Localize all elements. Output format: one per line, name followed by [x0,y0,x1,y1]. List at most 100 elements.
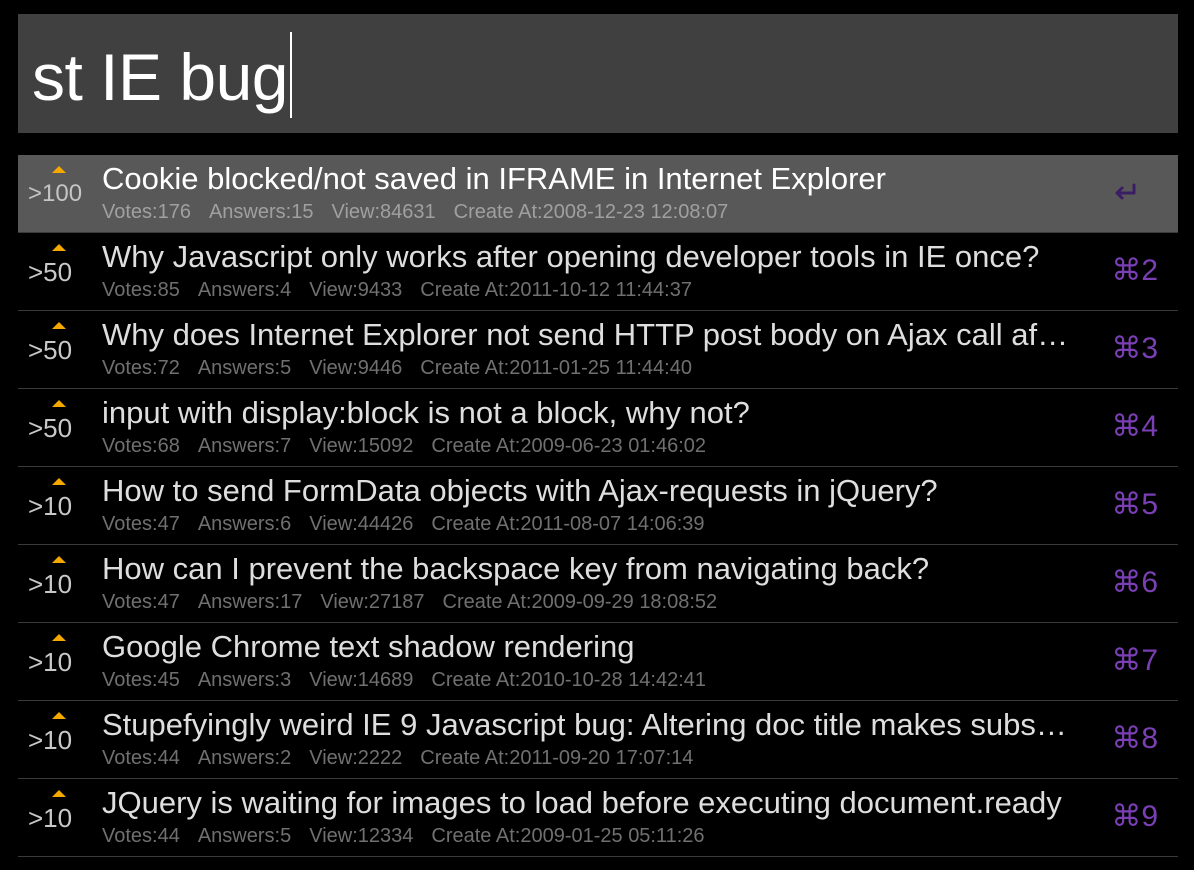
created-date: Create At:2011-09-20 17:07:14 [420,747,694,769]
votes-count: Votes:44 [102,825,180,847]
result-meta: Votes:85 Answers:4 View:9433 Create At:2011… [102,278,710,302]
votes-count: Votes:72 [102,357,180,379]
votes-count: Votes:47 [102,591,180,613]
views-count: View:9433 [309,279,403,301]
score-text: >50 [28,413,73,443]
upvote-arrow-icon [52,634,66,641]
score-badge: >10 [18,623,102,700]
created-date: Create At:2009-01-25 05:11:26 [431,825,705,847]
shortcut-label: ⌘6 [1111,566,1158,599]
result-title: How can I prevent the backspace key from… [102,551,930,586]
answers-count: Answers:15 [208,201,314,223]
answers-count: Answers:5 [197,825,292,847]
result-title: JQuery is waiting for images to load bef… [102,785,1062,820]
views-count: View:44426 [309,513,414,535]
answers-count: Answers:17 [197,591,303,613]
upvote-arrow-icon [52,790,66,797]
views-count: View:12334 [309,825,414,847]
score-badge: >50 [18,311,102,388]
answers-count: Answers:4 [197,279,292,301]
created-date: Create At:2011-01-25 11:44:40 [420,357,692,379]
views-count: View:27187 [320,591,425,613]
upvote-arrow-icon [52,556,66,563]
result-row[interactable]: >10 How can I prevent the backspace key … [18,545,1178,623]
search-query-text: st IE bug [32,40,289,114]
result-row[interactable]: >50 Why Javascript only works after open… [18,233,1178,311]
upvote-arrow-icon [52,166,66,173]
votes-count: Votes:176 [102,201,191,223]
upvote-arrow-icon [52,400,66,407]
shortcut-label: ⌘7 [1111,644,1158,677]
views-count: View:15092 [309,435,414,457]
created-date: Create At:2009-09-29 18:08:52 [442,591,718,613]
score-text: >50 [28,257,73,287]
answers-count: Answers:6 [197,513,292,535]
score-badge: >10 [18,545,102,622]
created-date: Create At:2011-10-12 11:44:37 [420,279,692,301]
votes-count: Votes:47 [102,513,180,535]
answers-count: Answers:2 [197,747,292,769]
result-row[interactable]: >10 Stupefyingly weird IE 9 Javascript b… [18,701,1178,779]
score-badge: >10 [18,701,102,778]
upvote-arrow-icon [52,478,66,485]
result-meta: Votes:44 Answers:5 View:12334 Create At:200… [102,824,723,848]
result-meta: Votes:176 Answers:15 View:84631 Create At:2… [102,200,746,224]
score-text: >10 [28,491,73,521]
score-badge: >10 [18,467,102,544]
views-count: View:9446 [309,357,403,379]
search-input[interactable]: st IE bug [32,32,292,122]
result-title: Why does Internet Explorer not send HTTP… [102,317,1069,352]
views-count: View:84631 [331,201,436,223]
result-title: Google Chrome text shadow rendering [102,629,635,664]
created-date: Create At:2009-06-23 01:46:02 [431,435,707,457]
votes-count: Votes:85 [102,279,180,301]
created-date: Create At:2010-10-28 14:42:41 [431,669,707,691]
score-text: >10 [28,569,73,599]
result-row[interactable]: >50 input with display:block is not a bl… [18,389,1178,467]
result-meta: Votes:72 Answers:5 View:9446 Create At:2011… [102,356,710,380]
result-row[interactable]: >10 Google Chrome text shadow rendering … [18,623,1178,701]
answers-count: Answers:7 [197,435,292,457]
score-badge: >10 [18,779,102,856]
shortcut-label: ⌘9 [1111,800,1158,833]
score-text: >10 [28,725,73,755]
result-title: Cookie blocked/not saved in IFRAME in In… [102,161,886,196]
text-caret [290,32,292,118]
result-row[interactable]: >10 JQuery is waiting for images to load… [18,779,1178,857]
shortcut-label: ⌘4 [1111,410,1158,443]
shortcut-label: ⌘2 [1111,254,1158,287]
result-title: Stupefyingly weird IE 9 Javascript bug: … [102,707,1067,742]
result-row[interactable]: >100 Cookie blocked/not saved in IFRAME … [18,155,1178,233]
result-title: input with display:block is not a block,… [102,395,750,430]
created-date: Create At:2011-08-07 14:06:39 [431,513,705,535]
score-text: >10 [28,803,73,833]
created-date: Create At:2008-12-23 12:08:07 [453,201,729,223]
return-icon [1115,183,1136,200]
shortcut-label: ⌘8 [1111,722,1158,755]
result-meta: Votes:47 Answers:17 View:27187 Create At:20… [102,590,735,614]
results-list: >100 Cookie blocked/not saved in IFRAME … [18,155,1178,857]
score-text: >50 [28,335,73,365]
result-row[interactable]: >10 How to send FormData objects with Aj… [18,467,1178,545]
result-title: Why Javascript only works after opening … [102,239,1040,274]
shortcut-label: ⌘3 [1111,332,1158,365]
answers-count: Answers:3 [197,669,292,691]
result-meta: Votes:68 Answers:7 View:15092 Create At:200… [102,434,724,458]
score-text: >100 [28,180,83,207]
answers-count: Answers:5 [197,357,292,379]
score-badge: >100 [18,155,102,232]
score-text: >10 [28,647,73,677]
search-box[interactable]: st IE bug [18,14,1178,133]
votes-count: Votes:45 [102,669,180,691]
upvote-arrow-icon [52,322,66,329]
result-meta: Votes:45 Answers:3 View:14689 Create At:201… [102,668,724,692]
result-meta: Votes:47 Answers:6 View:44426 Create At:201… [102,512,723,536]
score-badge: >50 [18,233,102,310]
shortcut-label: ⌘5 [1111,488,1158,521]
votes-count: Votes:68 [102,435,180,457]
views-count: View:14689 [309,669,414,691]
result-title: How to send FormData objects with Ajax-r… [102,473,938,508]
launcher-window: st IE bug >100 Cookie blocked/not saved … [0,0,1194,870]
upvote-arrow-icon [52,244,66,251]
result-row[interactable]: >50 Why does Internet Explorer not send … [18,311,1178,389]
